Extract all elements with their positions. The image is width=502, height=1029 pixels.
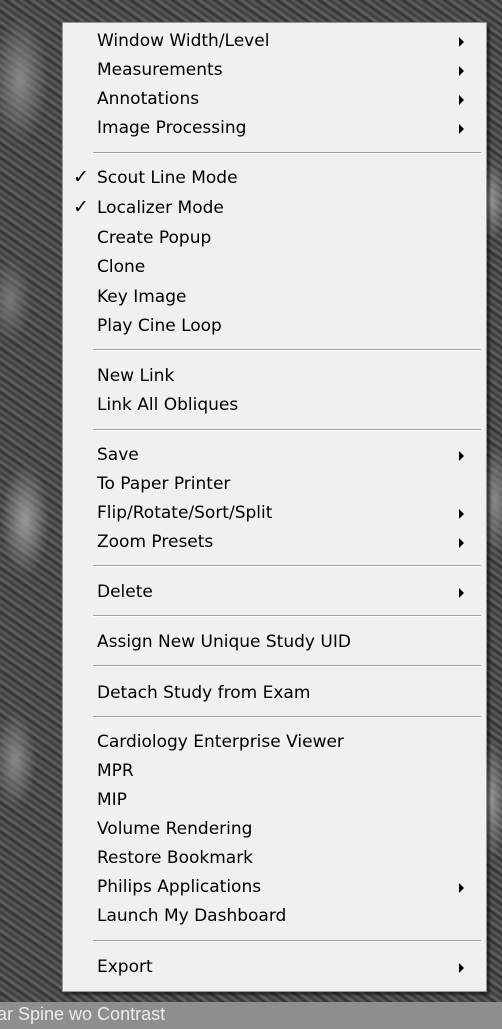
- menu-item-export[interactable]: Export: [63, 954, 486, 982]
- menu-item-to-paper-printer[interactable]: To Paper Printer: [63, 471, 486, 499]
- menu-item-label: Localizer Mode: [97, 198, 224, 218]
- menu-item-restore-bookmark[interactable]: Restore Bookmark: [63, 845, 486, 873]
- menu-item-label: Assign New Unique Study UID: [97, 632, 351, 652]
- submenu-arrow-icon: [459, 124, 464, 134]
- menu-separator: [93, 152, 481, 154]
- submenu-arrow-icon: [459, 588, 464, 598]
- menu-item-label: MIP: [97, 790, 127, 810]
- menu-item-key-image[interactable]: Key Image: [63, 284, 486, 312]
- menu-item-label: Create Popup: [97, 228, 212, 248]
- menu-separator: [93, 565, 481, 567]
- menu-item-label: To Paper Printer: [97, 474, 231, 494]
- menu-item-label: Play Cine Loop: [97, 316, 222, 336]
- menu-separator: [93, 615, 481, 617]
- menu-item-label: Launch My Dashboard: [97, 906, 287, 926]
- menu-item-link-all-obliques[interactable]: Link All Obliques: [63, 392, 486, 420]
- menu-item-label: New Link: [97, 366, 175, 386]
- menu-item-label: Scout Line Mode: [97, 168, 238, 188]
- series-description: ar Spine wo Contrast: [0, 1004, 166, 1024]
- menu-item-label: Philips Applications: [97, 877, 262, 897]
- menu-item-window-width-level[interactable]: Window Width/Level: [63, 28, 486, 56]
- menu-separator: [93, 349, 481, 351]
- checkmark-icon: ✓: [73, 196, 89, 218]
- menu-item-detach-study-from-exam[interactable]: Detach Study from Exam: [63, 680, 486, 708]
- menu-item-localizer-mode[interactable]: ✓ Localizer Mode: [63, 195, 486, 223]
- menu-item-label: Restore Bookmark: [97, 848, 254, 868]
- submenu-arrow-icon: [459, 37, 464, 47]
- menu-item-label: Measurements: [97, 60, 223, 80]
- menu-item-assign-new-unique-study-uid[interactable]: Assign New Unique Study UID: [63, 629, 486, 657]
- menu-item-label: Window Width/Level: [97, 31, 270, 51]
- menu-separator: [93, 429, 481, 431]
- menu-item-label: MPR: [97, 761, 134, 781]
- menu-item-image-processing[interactable]: Image Processing: [63, 115, 486, 143]
- menu-item-clone[interactable]: Clone: [63, 254, 486, 282]
- menu-item-delete[interactable]: Delete: [63, 579, 486, 607]
- submenu-arrow-icon: [459, 963, 464, 973]
- submenu-arrow-icon: [459, 883, 464, 893]
- menu-item-save[interactable]: Save: [63, 442, 486, 470]
- submenu-arrow-icon: [459, 66, 464, 76]
- checkmark-icon: ✓: [73, 166, 89, 188]
- menu-separator: [93, 716, 481, 718]
- menu-separator: [93, 665, 481, 667]
- menu-item-label: Annotations: [97, 89, 200, 109]
- menu-item-new-link[interactable]: New Link: [63, 363, 486, 391]
- menu-item-label: Cardiology Enterprise Viewer: [97, 732, 344, 752]
- menu-item-flip-rotate-sort-split[interactable]: Flip/Rotate/Sort/Split: [63, 500, 486, 528]
- menu-item-volume-rendering[interactable]: Volume Rendering: [63, 816, 486, 844]
- menu-item-label: Detach Study from Exam: [97, 683, 311, 703]
- menu-item-measurements[interactable]: Measurements: [63, 57, 486, 85]
- menu-item-create-popup[interactable]: Create Popup: [63, 225, 486, 253]
- submenu-arrow-icon: [459, 451, 464, 461]
- menu-item-play-cine-loop[interactable]: Play Cine Loop: [63, 313, 486, 341]
- menu-item-cardiology-enterprise-viewer[interactable]: Cardiology Enterprise Viewer: [63, 729, 486, 757]
- menu-item-mpr[interactable]: MPR: [63, 758, 486, 786]
- menu-item-label: Image Processing: [97, 118, 247, 138]
- menu-item-label: Zoom Presets: [97, 532, 214, 552]
- menu-item-mip[interactable]: MIP: [63, 787, 486, 815]
- menu-item-scout-line-mode[interactable]: ✓ Scout Line Mode: [63, 165, 486, 193]
- menu-item-label: Flip/Rotate/Sort/Split: [97, 503, 273, 523]
- menu-item-label: Key Image: [97, 287, 187, 307]
- menu-item-philips-applications[interactable]: Philips Applications: [63, 874, 486, 902]
- menu-item-label: Volume Rendering: [97, 819, 253, 839]
- menu-item-label: Delete: [97, 582, 153, 602]
- menu-item-label: Save: [97, 445, 139, 465]
- menu-item-launch-my-dashboard[interactable]: Launch My Dashboard: [63, 903, 486, 931]
- menu-item-label: Link All Obliques: [97, 395, 239, 415]
- menu-item-zoom-presets[interactable]: Zoom Presets: [63, 529, 486, 557]
- submenu-arrow-icon: [459, 95, 464, 105]
- submenu-arrow-icon: [459, 538, 464, 548]
- menu-item-label: Clone: [97, 257, 146, 277]
- menu-item-annotations[interactable]: Annotations: [63, 86, 486, 114]
- context-menu: Window Width/Level Measurements Annotati…: [62, 22, 487, 992]
- menu-item-label: Export: [97, 957, 153, 977]
- submenu-arrow-icon: [459, 509, 464, 519]
- menu-separator: [93, 940, 481, 942]
